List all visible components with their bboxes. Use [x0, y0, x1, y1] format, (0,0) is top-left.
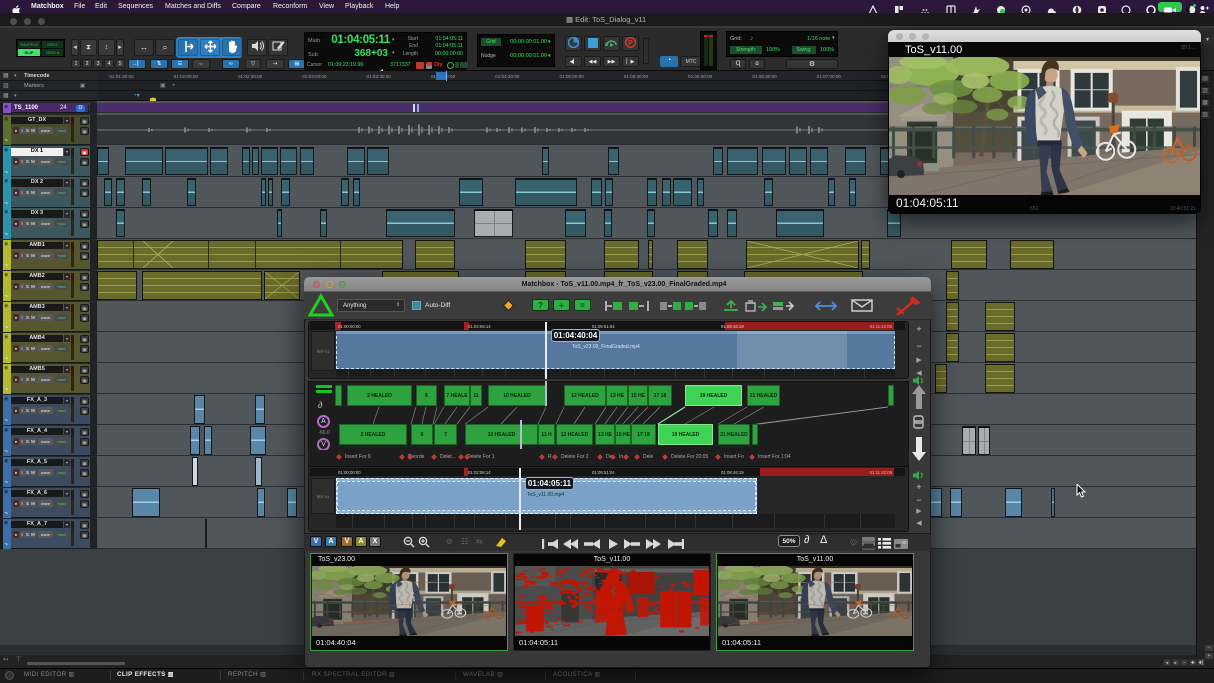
- svg-text:P: P: [628, 40, 633, 47]
